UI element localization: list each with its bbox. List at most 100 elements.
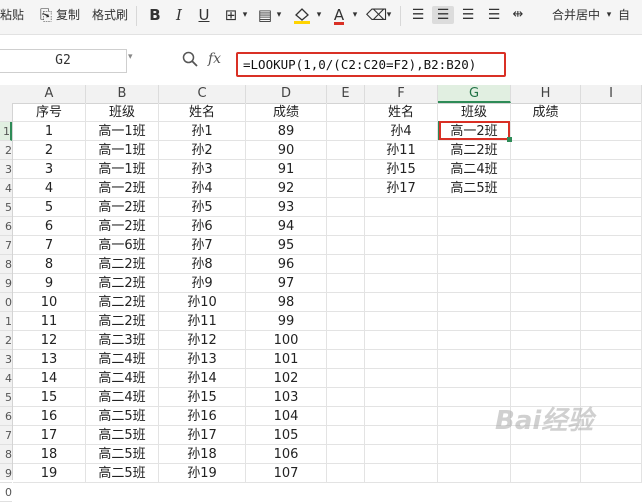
table-cell[interactable]: 孙15 (159, 388, 246, 407)
table-cell[interactable]: 97 (246, 274, 327, 293)
row-header[interactable]: 6 (0, 217, 12, 236)
table-cell[interactable] (327, 274, 365, 293)
table-cell[interactable]: 孙15 (365, 160, 438, 179)
table-cell[interactable]: 16 (13, 407, 86, 426)
table-cell[interactable]: 94 (246, 217, 327, 236)
chevron-down-icon[interactable]: ▾ (604, 6, 614, 24)
table-cell[interactable]: 2 (13, 141, 86, 160)
table-cell[interactable] (438, 198, 511, 217)
table-cell[interactable]: 9 (13, 274, 86, 293)
table-cell[interactable] (327, 179, 365, 198)
row-header[interactable]: 5 (0, 388, 12, 407)
table-cell[interactable] (365, 445, 438, 464)
row-header[interactable]: 0 (0, 483, 12, 502)
wrap-text-button[interactable]: 自 (618, 5, 630, 25)
chevron-down-icon[interactable]: ▾ (350, 6, 360, 24)
fx-icon[interactable]: fx (208, 51, 221, 67)
row-header[interactable]: 4 (0, 369, 12, 388)
table-cell[interactable] (511, 331, 581, 350)
table-cell[interactable] (438, 274, 511, 293)
row-header[interactable]: 9 (0, 464, 12, 483)
table-cell[interactable] (327, 464, 365, 483)
table-cell[interactable]: 101 (246, 350, 327, 369)
table-cell[interactable] (438, 217, 511, 236)
column-header-c[interactable]: C (159, 85, 246, 103)
table-cell[interactable] (327, 445, 365, 464)
table-cell[interactable] (511, 274, 581, 293)
chevron-down-icon[interactable]: ▾ (384, 6, 394, 24)
table-cell[interactable]: 孙14 (159, 369, 246, 388)
fill-handle[interactable] (507, 137, 512, 142)
table-cell[interactable] (511, 179, 581, 198)
table-cell[interactable] (327, 331, 365, 350)
table-cell[interactable]: 孙6 (159, 217, 246, 236)
column-header-a[interactable]: A (13, 85, 86, 103)
table-cell[interactable]: 14 (13, 369, 86, 388)
header-cell[interactable]: 成绩 (246, 103, 327, 122)
formula-input[interactable]: =LOOKUP(1,0/(C2:C20=F2),B2:B20) (236, 52, 506, 77)
row-header[interactable]: 1 (0, 122, 12, 141)
borders-icon[interactable]: ⊞ (222, 6, 240, 24)
table-cell[interactable] (581, 331, 642, 350)
table-cell[interactable] (327, 122, 365, 141)
table-cell[interactable] (438, 312, 511, 331)
header-cell[interactable] (327, 103, 365, 122)
table-cell[interactable] (327, 293, 365, 312)
table-cell[interactable] (365, 236, 438, 255)
table-cell[interactable]: 高二4班 (86, 350, 159, 369)
table-cell[interactable] (511, 141, 581, 160)
table-cell[interactable] (365, 293, 438, 312)
table-cell[interactable]: 孙18 (159, 445, 246, 464)
justify-icon[interactable]: ☰ (484, 6, 504, 24)
table-cell[interactable] (581, 122, 642, 141)
table-cell[interactable]: 孙11 (365, 141, 438, 160)
table-cell[interactable]: 高二5班 (86, 445, 159, 464)
table-cell[interactable] (581, 236, 642, 255)
table-cell[interactable] (365, 255, 438, 274)
column-header-i[interactable]: I (581, 85, 642, 103)
table-cell[interactable]: 高二4班 (438, 160, 511, 179)
table-cell[interactable] (511, 160, 581, 179)
table-cell[interactable]: 孙12 (159, 331, 246, 350)
distribute-icon[interactable]: ⇹ (508, 6, 528, 24)
italic-button[interactable]: I (172, 6, 186, 24)
header-cell[interactable] (581, 103, 642, 122)
table-cell[interactable] (438, 255, 511, 274)
table-cell[interactable]: 5 (13, 198, 86, 217)
header-cell[interactable]: 班级 (86, 103, 159, 122)
align-right-icon[interactable]: ☰ (458, 6, 478, 24)
column-header-b[interactable]: B (86, 85, 159, 103)
chevron-down-icon[interactable]: ▾ (314, 6, 324, 24)
table-cell[interactable]: 孙8 (159, 255, 246, 274)
table-cell[interactable]: 1 (13, 122, 86, 141)
row-header[interactable]: 6 (0, 407, 12, 426)
table-cell[interactable] (511, 312, 581, 331)
table-cell[interactable] (581, 274, 642, 293)
table-cell[interactable] (327, 236, 365, 255)
row-header[interactable]: 9 (0, 274, 12, 293)
table-cell[interactable]: 孙7 (159, 236, 246, 255)
table-cell[interactable] (581, 217, 642, 236)
table-cell[interactable]: 高二5班 (86, 464, 159, 483)
table-cell[interactable]: 高二2班 (86, 255, 159, 274)
table-cell[interactable]: 93 (246, 198, 327, 217)
table-cell[interactable]: 10 (13, 293, 86, 312)
row-header[interactable]: 3 (0, 350, 12, 369)
table-cell[interactable] (327, 369, 365, 388)
table-cell[interactable]: 孙17 (159, 426, 246, 445)
header-cell[interactable]: 班级 (438, 103, 511, 122)
copy-button[interactable]: 复制 (56, 5, 80, 25)
row-header[interactable]: 8 (0, 255, 12, 274)
table-cell[interactable]: 孙17 (365, 179, 438, 198)
column-header-g[interactable]: G (438, 85, 511, 103)
table-cell[interactable] (581, 179, 642, 198)
table-cell[interactable] (365, 388, 438, 407)
table-cell[interactable] (511, 255, 581, 274)
table-cell[interactable]: 高二5班 (86, 407, 159, 426)
header-cell[interactable]: 成绩 (511, 103, 581, 122)
table-cell[interactable] (511, 350, 581, 369)
zoom-icon[interactable] (182, 51, 198, 71)
align-left-icon[interactable]: ☰ (408, 6, 428, 24)
table-cell[interactable] (365, 369, 438, 388)
table-cell[interactable]: 107 (246, 464, 327, 483)
